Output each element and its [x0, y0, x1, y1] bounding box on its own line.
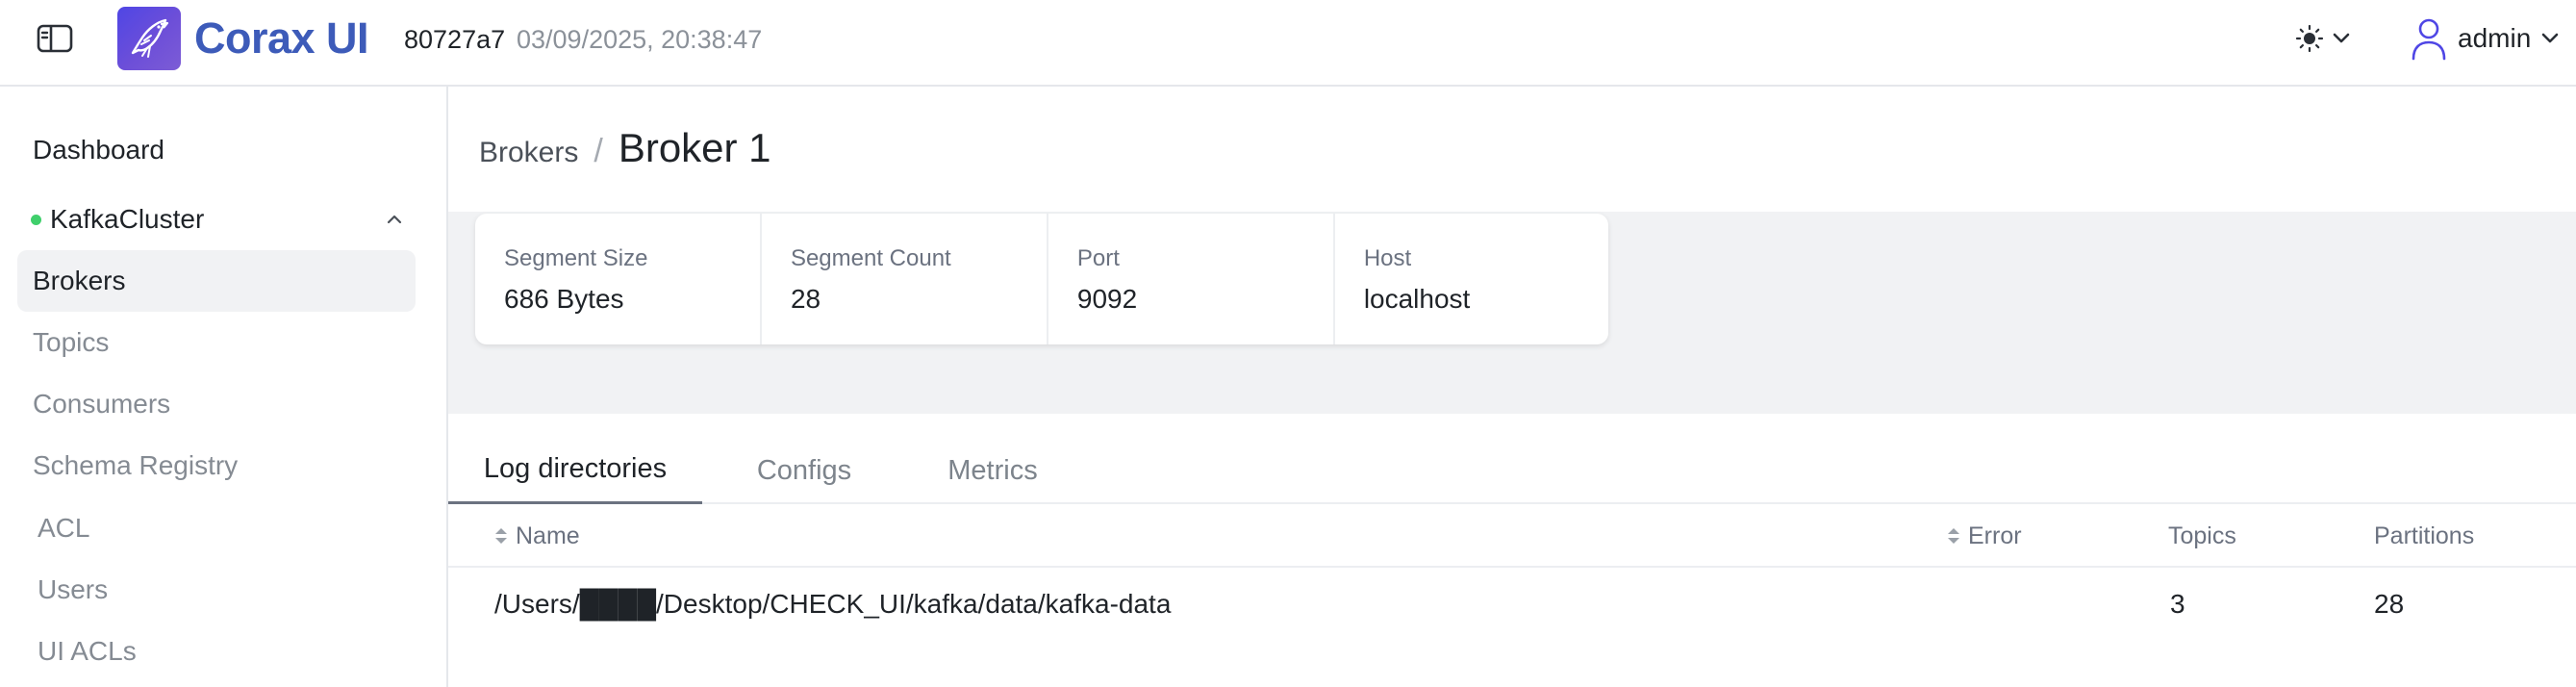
broker-tabs: Log directories Configs Metrics — [448, 437, 2576, 504]
sidebar-toggle-button[interactable] — [35, 22, 75, 55]
sidebar-item-consumers[interactable]: Consumers — [33, 387, 170, 421]
stat-value: 686 Bytes — [504, 284, 624, 314]
stat-port: Port 9092 — [1048, 214, 1335, 344]
column-header-topics: Topics — [2168, 522, 2236, 549]
build-hash: 80727a7 — [404, 25, 506, 54]
sun-icon — [2295, 24, 2324, 53]
bird-logo-icon — [131, 18, 169, 58]
user-icon — [2412, 18, 2446, 61]
sort-icon[interactable] — [1947, 526, 1960, 546]
sidebar-item-brokers[interactable]: Brokers — [17, 250, 416, 312]
tab-log-directories[interactable]: Log directories — [448, 437, 702, 504]
stat-segment-size: Segment Size 686 Bytes — [475, 214, 762, 344]
main-content: Brokers / Broker 1 Segment Size 686 Byte… — [448, 87, 2576, 687]
stat-segment-count: Segment Count 28 — [762, 214, 1048, 344]
sidebar-item-dashboard[interactable]: Dashboard — [33, 133, 164, 167]
stat-value: localhost — [1363, 284, 1471, 314]
column-label: Error — [1968, 522, 2022, 549]
column-header-partitions: Partitions — [2374, 522, 2475, 549]
stat-label: Segment Size — [504, 245, 648, 271]
stat-label: Host — [1363, 245, 1412, 271]
page-title: Broker 1 — [618, 125, 771, 170]
table-header: Name Error Topics Partitions — [448, 504, 2576, 568]
cell-topics: 3 — [2170, 589, 2185, 619]
cell-partitions: 28 — [2374, 589, 2405, 619]
brand-logo[interactable] — [117, 7, 181, 70]
sidebar-item-ui-acls[interactable]: UI ACLs — [38, 634, 137, 669]
column-header-name[interactable]: Name — [494, 504, 580, 568]
broker-stats-card: Segment Size 686 Bytes Segment Count 28 … — [475, 214, 1608, 344]
sidebar-item-users[interactable]: Users — [38, 572, 108, 607]
sidebar-item-topics[interactable]: Topics — [33, 325, 109, 360]
chevron-down-icon — [2541, 33, 2559, 43]
breadcrumb: Brokers / Broker 1 — [479, 125, 771, 171]
sidebar-item-acl[interactable]: ACL — [38, 511, 89, 546]
stat-label: Port — [1076, 245, 1120, 271]
sidebar: Dashboard KafkaCluster Brokers Topics Co… — [0, 87, 448, 687]
cluster-status-dot — [31, 214, 41, 225]
cluster-name: KafkaCluster — [50, 204, 205, 234]
sort-icon[interactable] — [494, 526, 508, 546]
chevron-down-icon — [2333, 33, 2350, 43]
stat-label: Segment Count — [790, 245, 951, 271]
user-name: admin — [2458, 23, 2532, 53]
cluster-selector[interactable]: KafkaCluster — [31, 202, 406, 237]
stat-value: 9092 — [1076, 284, 1138, 314]
theme-switcher[interactable] — [2295, 19, 2351, 58]
top-header: Corax UI 80727a7 03/09/2025, 20:38:47 ad… — [0, 0, 2576, 87]
table-row[interactable]: /Users/████/Desktop/CHECK_UI/kafka/data/… — [448, 568, 2576, 641]
cell-name: /Users/████/Desktop/CHECK_UI/kafka/data/… — [494, 589, 1172, 619]
chevron-up-icon — [387, 215, 402, 224]
stat-value: 28 — [790, 284, 821, 314]
user-menu[interactable]: admin — [2410, 13, 2560, 64]
tab-configs[interactable]: Configs — [727, 437, 881, 504]
column-label: Name — [516, 522, 580, 549]
column-header-error[interactable]: Error — [1947, 504, 2022, 568]
breadcrumb-brokers-link[interactable]: Brokers — [479, 137, 578, 169]
sidebar-toggle-icon — [37, 24, 73, 53]
brand-name[interactable]: Corax UI — [194, 12, 369, 65]
sidebar-item-schema-registry[interactable]: Schema Registry — [33, 448, 238, 483]
build-date: 03/09/2025, 20:38:47 — [517, 25, 763, 54]
breadcrumb-separator: / — [593, 133, 603, 169]
tab-metrics[interactable]: Metrics — [916, 437, 1070, 504]
stat-host: Host localhost — [1335, 214, 1608, 344]
